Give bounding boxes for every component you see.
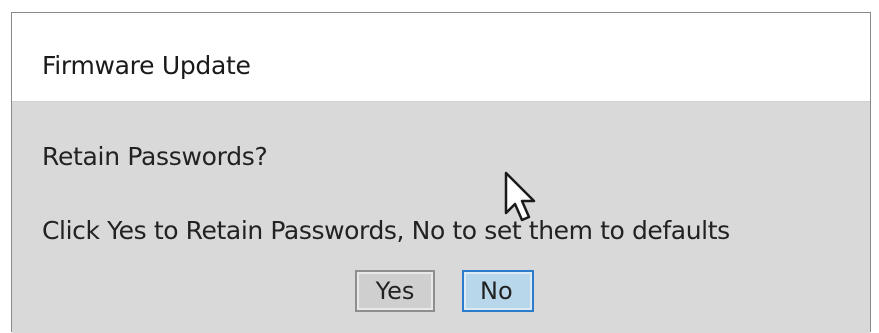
dialog-title: Firmware Update: [42, 51, 251, 80]
yes-button[interactable]: Yes: [355, 270, 435, 312]
firmware-update-dialog: Firmware Update Retain Passwords? Click …: [11, 12, 871, 333]
dialog-titlebar: Firmware Update: [12, 13, 870, 102]
dialog-body: Retain Passwords? Click Yes to Retain Pa…: [12, 102, 870, 333]
dialog-message: Click Yes to Retain Passwords, No to set…: [42, 216, 730, 245]
mouse-pointer-icon: [504, 171, 536, 222]
dialog-question: Retain Passwords?: [42, 142, 268, 171]
no-button[interactable]: No: [462, 270, 534, 312]
